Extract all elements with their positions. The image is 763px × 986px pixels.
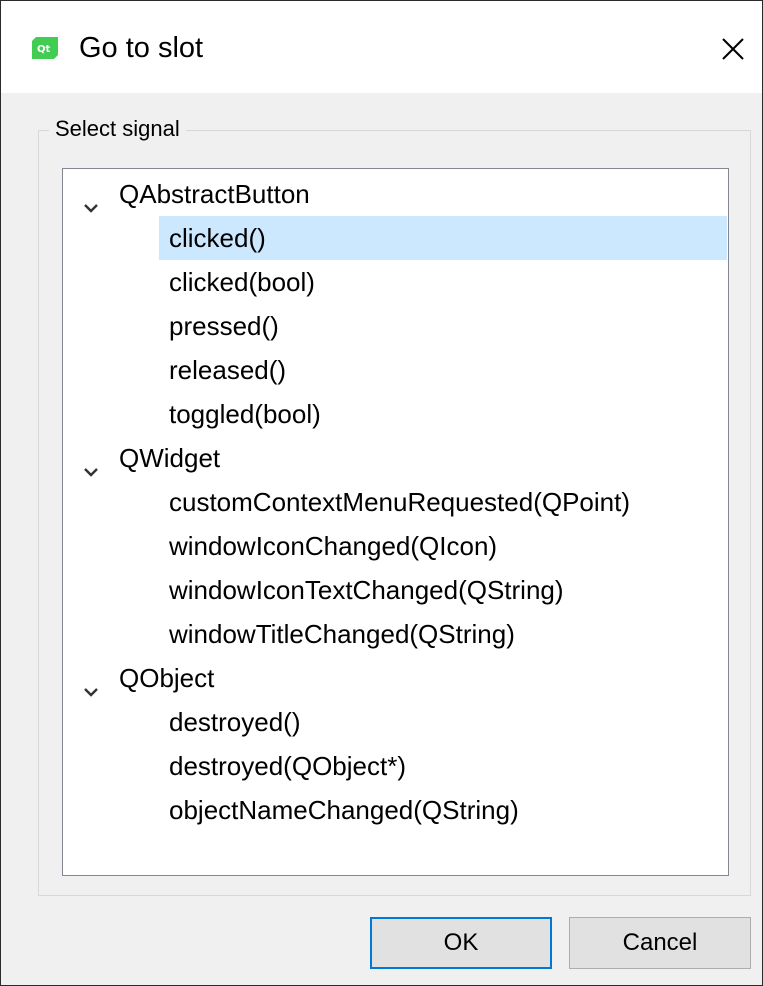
window-title: Go to slot [79, 32, 204, 64]
svg-text:Qt: Qt [37, 44, 51, 55]
tree-item-signal[interactable]: clicked() [63, 216, 728, 260]
qt-creator-icon: Qt [32, 37, 58, 59]
tree-group-qabstractbutton[interactable]: QAbstractButton [63, 172, 728, 216]
tree-item-label: clicked() [169, 223, 266, 253]
tree-item-label: destroyed(QObject*) [169, 751, 406, 781]
cancel-button[interactable]: Cancel [569, 917, 751, 969]
tree-item-signal[interactable]: released() [63, 348, 728, 392]
tree-group-label: QWidget [119, 443, 221, 473]
tree-group-label: QObject [119, 663, 215, 693]
ok-button[interactable]: OK [370, 917, 552, 969]
tree-item-label: objectNameChanged(QString) [169, 795, 519, 825]
tree-item-signal[interactable]: windowIconTextChanged(QString) [63, 568, 728, 612]
chevron-down-icon[interactable] [82, 186, 100, 213]
signal-tree[interactable]: QAbstractButton clicked() clicked(bool) … [62, 168, 729, 876]
tree-group-label: QAbstractButton [119, 179, 310, 209]
chevron-down-icon[interactable] [82, 450, 100, 477]
tree-item-label: released() [169, 355, 287, 385]
tree-item-signal[interactable]: destroyed() [63, 700, 728, 744]
tree-item-label: windowTitleChanged(QString) [169, 619, 515, 649]
tree-item-signal[interactable]: windowTitleChanged(QString) [63, 612, 728, 656]
tree-item-signal[interactable]: windowIconChanged(QIcon) [63, 524, 728, 568]
chevron-down-icon[interactable] [82, 670, 100, 697]
tree-item-label: destroyed() [169, 707, 301, 737]
tree-item-signal[interactable]: customContextMenuRequested(QPoint) [63, 480, 728, 524]
tree-item-signal[interactable]: clicked(bool) [63, 260, 728, 304]
tree-group-qwidget[interactable]: QWidget [63, 436, 728, 480]
tree-item-signal[interactable]: destroyed(QObject*) [63, 744, 728, 788]
tree-item-signal[interactable]: objectNameChanged(QString) [63, 788, 728, 832]
tree-group-qobject[interactable]: QObject [63, 656, 728, 700]
title-bar[interactable]: Qt Go to slot [1, 1, 762, 93]
tree-item-label: customContextMenuRequested(QPoint) [169, 487, 631, 517]
close-icon [722, 38, 744, 60]
tree-item-label: toggled(bool) [169, 399, 321, 429]
tree-item-label: pressed() [169, 311, 279, 341]
tree-item-signal[interactable]: toggled(bool) [63, 392, 728, 436]
tree-item-label: windowIconChanged(QIcon) [169, 531, 498, 561]
tree-item-label: clicked(bool) [169, 267, 315, 297]
tree-item-label: windowIconTextChanged(QString) [169, 575, 564, 605]
tree-item-signal[interactable]: pressed() [63, 304, 728, 348]
groupbox-title: Select signal [49, 115, 186, 143]
close-button[interactable] [713, 29, 753, 69]
go-to-slot-dialog: Qt Go to slot Select signal QAbstractBut… [0, 0, 763, 986]
